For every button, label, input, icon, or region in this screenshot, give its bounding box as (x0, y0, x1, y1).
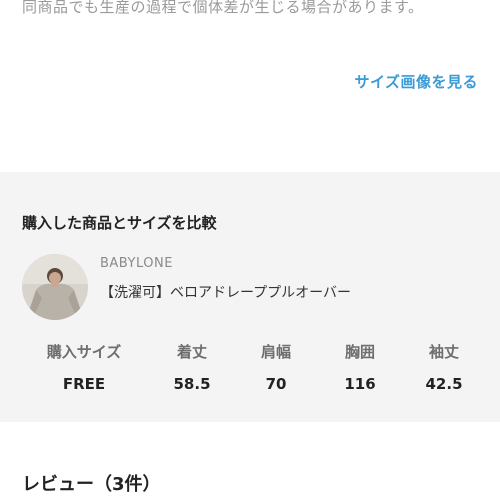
value-sleeve-length: 42.5 (425, 375, 463, 393)
reviews-heading: レビュー（3件） (22, 474, 161, 495)
product-photo (22, 254, 88, 320)
comparison-title: 購入した商品とサイズを比較 (22, 214, 217, 232)
product-thumbnail[interactable] (22, 254, 88, 320)
header-length: 着丈 (176, 343, 208, 361)
value-shoulder-width: 70 (265, 375, 287, 393)
header-sleeve-length: 袖丈 (428, 343, 460, 361)
header-shoulder-width: 肩幅 (260, 343, 292, 361)
size-note-text: 同商品でも生産の過程で個体差が生じる場合があります。 (22, 0, 424, 16)
product-name-link[interactable]: 【洗濯可】ベロアドレーププルオーバー (100, 282, 351, 302)
value-purchased-size: FREE (62, 375, 106, 393)
value-chest: 116 (344, 375, 376, 393)
header-chest: 胸囲 (344, 343, 376, 361)
value-length: 58.5 (173, 375, 211, 393)
header-purchased-size: 購入サイズ (46, 343, 122, 361)
size-comparison-section: 購入した商品とサイズを比較 BABYLONE 【洗濯可】ベロアドレーププルオーバ… (0, 172, 500, 422)
view-size-image-link[interactable]: サイズ画像を見る (354, 71, 478, 92)
product-brand: BABYLONE (100, 256, 173, 271)
